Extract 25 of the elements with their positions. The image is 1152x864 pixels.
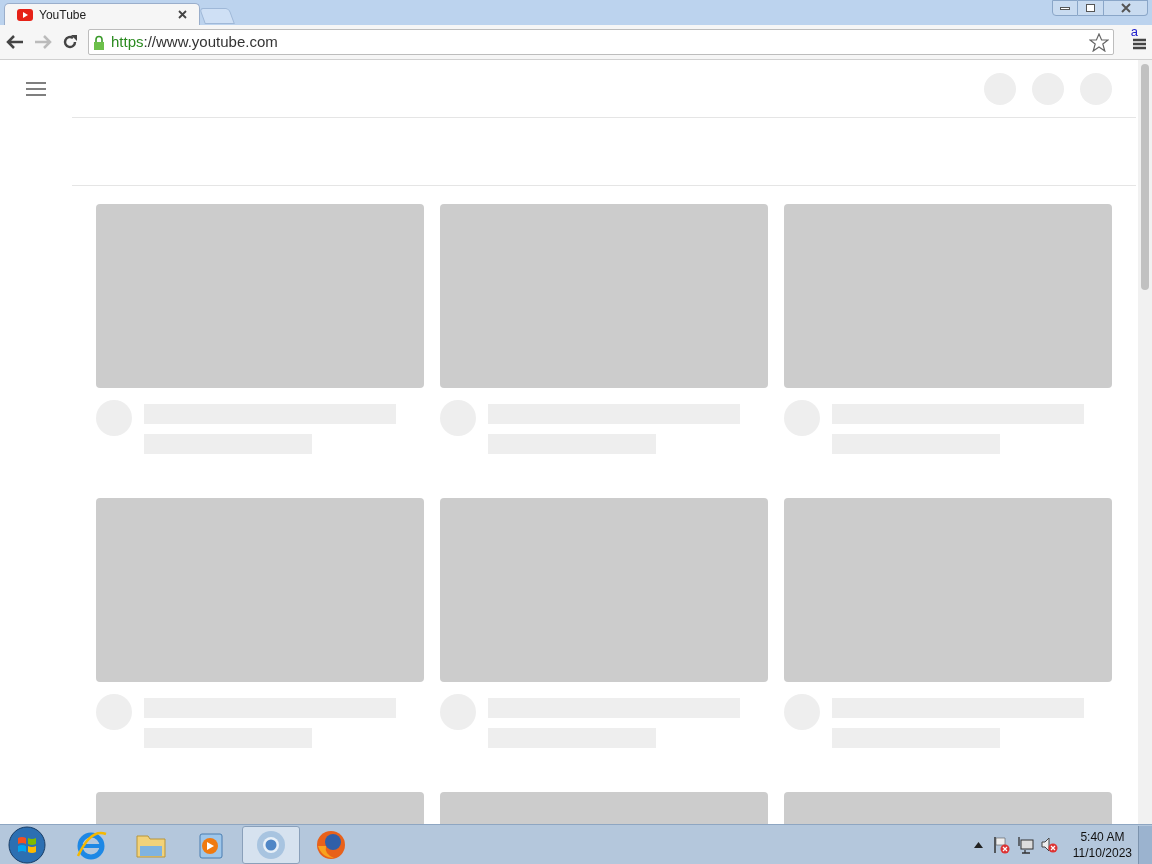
scrollbar[interactable] — [1138, 60, 1152, 824]
close-button[interactable] — [1104, 0, 1148, 16]
start-button[interactable] — [8, 825, 46, 864]
network-icon[interactable] — [1016, 835, 1035, 854]
lock-icon[interactable] — [93, 34, 105, 50]
menu-icon[interactable] — [1133, 38, 1146, 50]
extension-badge[interactable]: a — [1130, 25, 1138, 38]
browser-tab[interactable]: YouTube — [4, 3, 200, 25]
clock-time: 5:40 AM — [1080, 828, 1125, 845]
url-text: https://www.youtube.com — [111, 31, 278, 52]
flag-icon[interactable] — [992, 835, 1011, 854]
taskbar-button[interactable] — [242, 825, 300, 864]
video-play-icon — [17, 8, 33, 21]
close-icon[interactable] — [178, 10, 187, 19]
minimize-button[interactable] — [1052, 0, 1078, 16]
clock-date: 11/10/2023 — [1072, 844, 1132, 861]
speaker-icon[interactable] — [1040, 835, 1059, 854]
close-icon — [1119, 3, 1132, 13]
menu-icon[interactable] — [26, 80, 46, 97]
tray-arrow-icon[interactable] — [973, 841, 983, 848]
back-icon[interactable] — [6, 35, 24, 49]
reload-icon[interactable] — [62, 34, 78, 50]
star-icon[interactable] — [1089, 32, 1109, 52]
restore-button[interactable] — [1078, 0, 1104, 16]
address-field[interactable]: https://www.youtube.com — [88, 29, 1114, 55]
